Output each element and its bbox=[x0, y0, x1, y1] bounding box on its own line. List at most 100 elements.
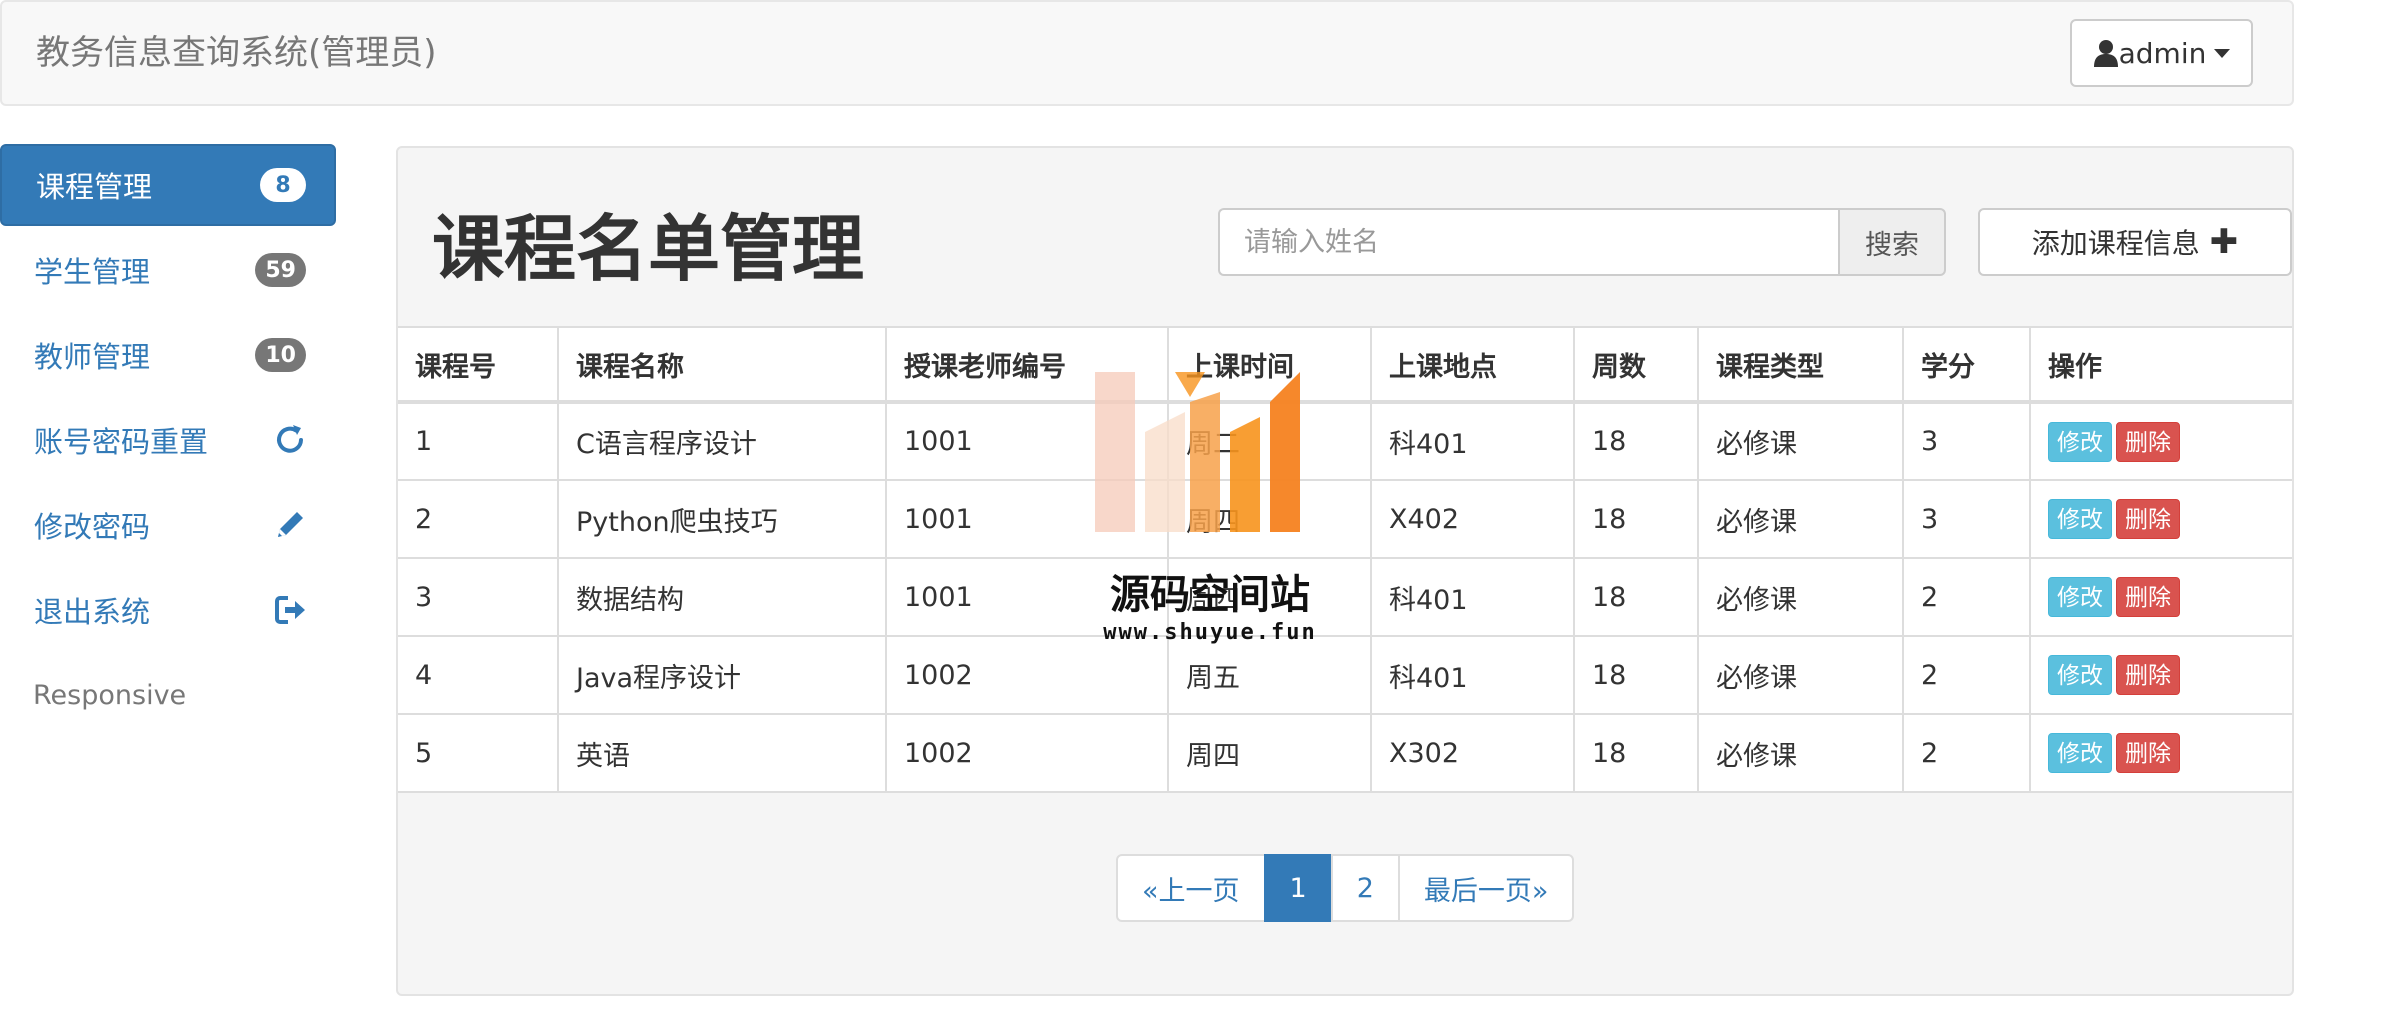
table-cell: 3 bbox=[1902, 401, 2031, 481]
table-cell: 必修课 bbox=[1697, 635, 1904, 715]
course-count-badge: 8 bbox=[260, 168, 306, 202]
table-cell: 3 bbox=[1902, 479, 2031, 559]
page-link-2[interactable]: 2 bbox=[1330, 854, 1400, 922]
table-cell: Java程序设计 bbox=[557, 635, 887, 715]
table-cell: 18 bbox=[1573, 479, 1699, 559]
sidebar-item-course-management[interactable]: 课程管理 8 bbox=[0, 144, 336, 226]
navbar-brand[interactable]: 教务信息查询系统(管理员) bbox=[36, 31, 437, 75]
table-cell: 周四 bbox=[1167, 713, 1372, 793]
sidebar: 课程管理 8 学生管理 59 教师管理 10 账号密码重置 修改密码 退出系统 … bbox=[0, 144, 336, 736]
table-row: 2 Python爬虫技巧 1001 周四 X402 18 必修课 3 修改删除 bbox=[398, 479, 2292, 559]
table-cell: Python爬虫技巧 bbox=[557, 479, 887, 559]
sidebar-item-label: 账号密码重置 bbox=[34, 425, 209, 459]
table-cell: 英语 bbox=[557, 713, 887, 793]
delete-button[interactable]: 删除 bbox=[2116, 577, 2180, 617]
sidebar-footer-text: Responsive bbox=[33, 679, 187, 711]
search-group: 搜索 bbox=[1218, 208, 1946, 276]
table-cell: 必修课 bbox=[1697, 557, 1904, 637]
table-row: 5 英语 1002 周四 X302 18 必修课 2 修改 删除 bbox=[398, 713, 2292, 793]
delete-button[interactable]: 删除 bbox=[2116, 655, 2180, 695]
table-actions: 修改 删除 bbox=[2029, 401, 2292, 481]
sidebar-item-password-reset[interactable]: 账号密码重置 bbox=[0, 399, 336, 481]
column-header: 上课地点 bbox=[1370, 326, 1575, 404]
last-page-link[interactable]: 最后一页» bbox=[1397, 854, 1575, 922]
column-header: 操作 bbox=[2029, 326, 2292, 404]
table-row: 4 Java程序设计 1002 周五 科401 18 必修课 2 修改 删除 bbox=[398, 635, 2292, 715]
column-header: 学分 bbox=[1902, 326, 2031, 404]
course-table: 课程号 课程名称 授课老师编号 上课时间 上课地点 周数 课程类型 学分 操作 … bbox=[398, 326, 2292, 793]
table-cell: 数据结构 bbox=[557, 557, 887, 637]
watermark-text: 源码空间站 bbox=[1110, 572, 1310, 618]
table-cell: 18 bbox=[1573, 557, 1699, 637]
watermark-logo-icon bbox=[1095, 372, 1300, 532]
table-cell: 2 bbox=[1902, 557, 2031, 637]
sidebar-item-change-password[interactable]: 修改密码 bbox=[0, 484, 336, 566]
watermark: 源码空间站 www.shuyue.fun bbox=[1085, 362, 1335, 662]
table-cell: 1 bbox=[398, 401, 559, 481]
delete-button[interactable]: 删除 bbox=[2116, 499, 2180, 539]
admin-user-dropdown[interactable]: admin bbox=[2070, 19, 2253, 87]
sidebar-item-label: 退出系统 bbox=[34, 595, 151, 629]
table-actions: 修改 删除 bbox=[2029, 479, 2292, 559]
pagination: «上一页 1 2 最后一页» bbox=[1116, 854, 1575, 922]
table-cell: 科401 bbox=[1370, 401, 1575, 481]
table-cell: 2 bbox=[1902, 635, 2031, 715]
table-cell: 18 bbox=[1573, 713, 1699, 793]
table-cell: 5 bbox=[398, 713, 559, 793]
page-title: 课程名单管理 bbox=[432, 207, 865, 291]
table-cell: 2 bbox=[398, 479, 559, 559]
logout-icon bbox=[275, 596, 305, 624]
edit-button[interactable]: 修改 bbox=[2048, 655, 2112, 695]
table-row: 1 C语言程序设计 1001 周二 科401 18 必修课 3 修改删除 bbox=[398, 401, 2292, 481]
search-button[interactable]: 搜索 bbox=[1838, 208, 1946, 276]
table-cell: 科401 bbox=[1370, 635, 1575, 715]
table-cell: X302 bbox=[1370, 713, 1575, 793]
user-label: admin bbox=[2118, 36, 2207, 70]
edit-button[interactable]: 修改 bbox=[2048, 499, 2112, 539]
column-header: 课程号 bbox=[398, 326, 559, 404]
add-course-button[interactable]: 添加课程信息 ✚ bbox=[1978, 208, 2292, 276]
sidebar-item-label: 学生管理 bbox=[34, 255, 151, 289]
table-cell: X402 bbox=[1370, 479, 1575, 559]
column-header: 课程类型 bbox=[1697, 326, 1904, 404]
edit-button[interactable]: 修改 bbox=[2048, 733, 2112, 773]
table-row: 3 数据结构 1001 周四 科401 18 必修课 2 修改 删除 bbox=[398, 557, 2292, 637]
page-link-1[interactable]: 1 bbox=[1263, 854, 1333, 922]
table-cell: 必修课 bbox=[1697, 713, 1904, 793]
teacher-count-badge: 10 bbox=[255, 338, 306, 372]
delete-button[interactable]: 删除 bbox=[2116, 733, 2180, 773]
edit-button[interactable]: 修改 bbox=[2048, 577, 2112, 617]
sidebar-item-teacher-management[interactable]: 教师管理 10 bbox=[0, 314, 336, 396]
table-header-row: 课程号 课程名称 授课老师编号 上课时间 上课地点 周数 课程类型 学分 操作 bbox=[398, 326, 2292, 404]
prev-page-link[interactable]: «上一页 bbox=[1116, 854, 1266, 922]
search-input[interactable] bbox=[1218, 208, 1838, 276]
sidebar-item-logout[interactable]: 退出系统 bbox=[0, 569, 336, 651]
column-header: 周数 bbox=[1573, 326, 1699, 404]
table-actions: 修改 删除 bbox=[2029, 635, 2292, 715]
table-cell: 18 bbox=[1573, 401, 1699, 481]
table-cell: 科401 bbox=[1370, 557, 1575, 637]
table-cell: C语言程序设计 bbox=[557, 401, 887, 481]
watermark-url: www.shuyue.fun bbox=[1103, 620, 1317, 645]
table-cell: 必修课 bbox=[1697, 479, 1904, 559]
sidebar-item-label: 修改密码 bbox=[34, 510, 151, 544]
caret-down-icon bbox=[2214, 48, 2231, 58]
user-icon bbox=[2093, 40, 2118, 67]
sidebar-item-student-management[interactable]: 学生管理 59 bbox=[0, 229, 336, 311]
table-actions: 修改 删除 bbox=[2029, 713, 2292, 793]
table-cell: 1002 bbox=[885, 713, 1169, 793]
plus-icon: ✚ bbox=[2209, 222, 2239, 262]
sidebar-item-label: 课程管理 bbox=[36, 170, 153, 204]
pencil-icon bbox=[278, 512, 303, 537]
edit-button[interactable]: 修改 bbox=[2048, 421, 2112, 462]
delete-button[interactable]: 删除 bbox=[2116, 421, 2180, 462]
course-list-panel: 课程名单管理 搜索 添加课程信息 ✚ 课程号 课程名称 授课老师编号 上课时间 … bbox=[396, 146, 2294, 996]
table-actions: 修改 删除 bbox=[2029, 557, 2292, 637]
add-course-label: 添加课程信息 bbox=[2031, 227, 2200, 260]
student-count-badge: 59 bbox=[255, 253, 306, 287]
top-navbar: 教务信息查询系统(管理员) admin bbox=[0, 0, 2294, 106]
table-cell: 2 bbox=[1902, 713, 2031, 793]
column-header: 课程名称 bbox=[557, 326, 887, 404]
table-cell: 3 bbox=[398, 557, 559, 637]
table-cell: 18 bbox=[1573, 635, 1699, 715]
